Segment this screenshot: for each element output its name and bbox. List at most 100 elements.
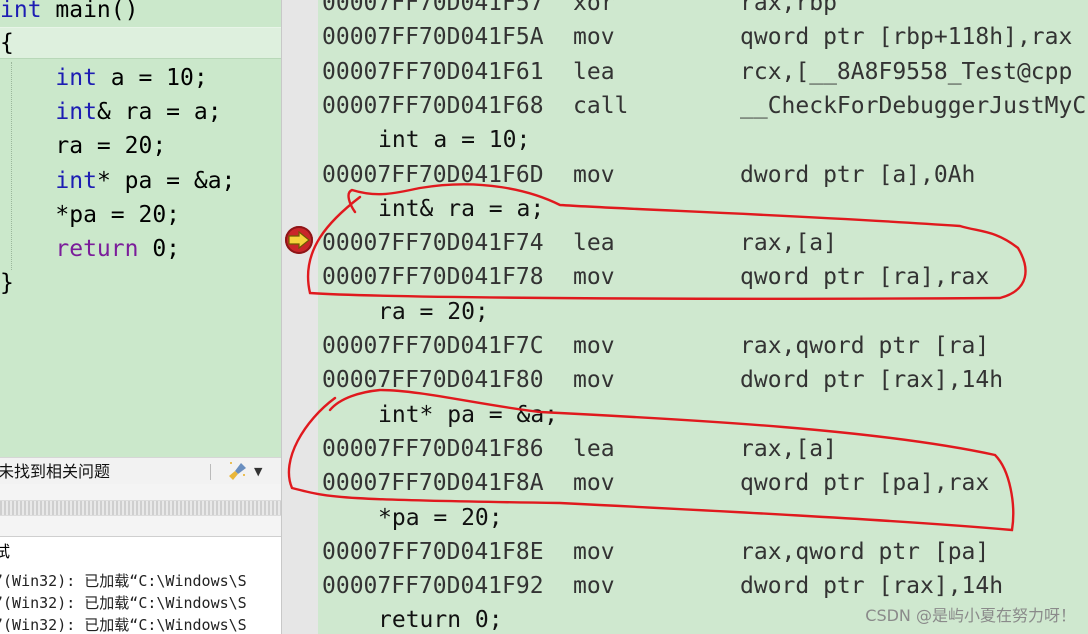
instruction-address: 00007FF70D041F8E (322, 538, 544, 565)
source-line: *pa = 20; (0, 199, 180, 231)
issues-bar: 未找到相关问题 ▼ (0, 457, 281, 485)
instruction-row[interactable]: 00007FF70D041F5A mov qword ptr [rbp+118h],… (318, 20, 1088, 54)
instruction-row[interactable]: 00007FF70D041F61 lea rcx,[__8A8F9558_Test@… (318, 55, 1088, 89)
instruction-address: 00007FF70D041F86 (322, 435, 544, 462)
disasm-source-line: *pa = 20; (318, 501, 1088, 535)
instruction-operands: rax,[a] (740, 230, 837, 257)
code-token: { (0, 30, 14, 56)
instruction-address: 00007FF70D041F57 (322, 0, 544, 16)
instruction-row[interactable]: 00007FF70D041F78 mov qword ptr [ra],rax (318, 260, 1088, 294)
source-line: } (0, 267, 14, 299)
code-token: 0; (138, 236, 181, 262)
instruction-row[interactable]: 00007FF70D041F68 call __CheckForDebuggerJu… (318, 89, 1088, 123)
disasm-source-line: int& ra = a; (318, 192, 1088, 226)
instruction-address: 00007FF70D041F78 (322, 264, 544, 291)
source-line: int main() (0, 0, 138, 26)
instruction-address: 00007FF70D041F6D (322, 161, 544, 188)
instruction-operands: qword ptr [rbp+118h],rax (740, 24, 1073, 51)
source-line: ra = 20; (0, 130, 166, 162)
instruction-row[interactable]: 00007FF70D041F80 mov dword ptr [rax],14h (318, 363, 1088, 397)
instruction-opcode: mov (573, 367, 615, 394)
output-line: ”(Win32): 已加载“C:\Windows\S (0, 616, 247, 634)
disasm-source-line: int a = 10; (318, 123, 1088, 157)
keyword-token: int (0, 0, 42, 23)
output-panel: ”(Win32): 已加载“C:\Windows\S ”(Win32): 已加载“… (0, 566, 281, 634)
output-header: 试 (0, 536, 281, 567)
instruction-opcode: mov (573, 573, 615, 600)
execution-pointer-icon[interactable] (285, 226, 313, 254)
output-header-label: 试 (0, 542, 11, 561)
source-text: int a = 10; (378, 127, 531, 154)
instruction-row[interactable]: 00007FF70D041F92 mov dword ptr [rax],14h (318, 569, 1088, 603)
source-line: int a = 10; (0, 62, 207, 94)
instruction-operands: dword ptr [rax],14h (740, 573, 1004, 600)
disassembly-margin[interactable] (281, 0, 319, 634)
output-line: ”(Win32): 已加载“C:\Windows\S (0, 572, 247, 590)
code-token: *pa = 20; (0, 202, 181, 228)
instruction-address: 00007FF70D041F80 (322, 367, 544, 394)
current-instruction-row[interactable]: 00007FF70D041F74 lea rax,[a] (318, 226, 1088, 260)
instruction-address: 00007FF70D041F68 (322, 92, 544, 119)
disasm-source-line: ra = 20; (318, 295, 1088, 329)
output-line: ”(Win32): 已加载“C:\Windows\S (0, 594, 247, 612)
instruction-row[interactable]: 00007FF70D041F8E mov rax,qword ptr [pa] (318, 535, 1088, 569)
code-token: * pa = &a; (96, 168, 236, 194)
horizontal-scrollbar[interactable] (0, 484, 281, 536)
instruction-operands: qword ptr [ra],rax (740, 264, 990, 291)
source-text: return 0; (378, 607, 503, 634)
instruction-row[interactable]: 00007FF70D041F8A mov qword ptr [pa],rax (318, 466, 1088, 500)
source-line: int& ra = a; (0, 96, 222, 128)
instruction-operands: rax,rbp (740, 0, 837, 16)
code-token: ra = 20; (0, 133, 167, 159)
source-text: int* pa = &a; (378, 401, 559, 428)
source-line: return 0; (0, 233, 180, 265)
source-text: *pa = 20; (378, 504, 503, 531)
instruction-address: 00007FF70D041F61 (322, 58, 544, 85)
instruction-opcode: lea (573, 435, 615, 462)
scrollbar-track[interactable] (0, 500, 281, 516)
keyword-token: return (0, 236, 139, 262)
keyword-token: int (0, 65, 97, 91)
instruction-operands: rax,qword ptr [ra] (740, 333, 990, 359)
instruction-row[interactable]: 00007FF70D041F7C mov rax,qword ptr [ra] (318, 329, 1088, 363)
source-editor[interactable]: int main(){ int a = 10; int& ra = a; ra … (0, 0, 281, 457)
instruction-opcode: lea (573, 230, 615, 257)
instruction-opcode: lea (573, 58, 615, 85)
keyword-token: int (0, 99, 97, 125)
instruction-opcode: mov (573, 24, 615, 51)
watermark: CSDN @是屿小夏在努力呀！ (865, 606, 1076, 625)
instruction-row[interactable]: 00007FF70D041F86 lea rax,[a] (318, 432, 1088, 466)
instruction-operands: dword ptr [a],0Ah (740, 161, 976, 188)
instruction-operands: dword ptr [rax],14h (740, 367, 1004, 394)
code-token: & ra = a; (96, 99, 222, 125)
source-text: ra = 20; (378, 298, 489, 325)
source-line: { (0, 27, 281, 59)
instruction-operands: rax,[a] (740, 435, 837, 462)
chevron-down-icon[interactable]: ▼ (254, 458, 262, 485)
instruction-opcode: xor (573, 0, 615, 16)
instruction-address: 00007FF70D041F7C (322, 333, 544, 359)
toolbar-separator (210, 464, 211, 480)
instruction-address: 00007FF70D041F8A (322, 470, 544, 497)
instruction-opcode: mov (573, 470, 615, 497)
keyword-token: int (0, 168, 97, 194)
instruction-opcode: mov (573, 264, 615, 291)
instruction-opcode: mov (573, 538, 615, 565)
instruction-opcode: mov (573, 161, 615, 188)
instruction-row[interactable]: 00007FF70D041F6D mov dword ptr [a],0Ah (318, 158, 1088, 192)
instruction-row[interactable]: 00007FF70D041F57 xor rax,rbp (318, 0, 1088, 20)
disasm-source-line: int* pa = &a; (318, 398, 1088, 432)
instruction-opcode: call (573, 92, 629, 119)
code-token: main() (41, 0, 139, 23)
issues-status-text: 未找到相关问题 (0, 462, 111, 481)
instruction-address: 00007FF70D041F5A (322, 24, 544, 51)
instruction-operands: __CheckForDebuggerJustMyC (740, 92, 1087, 119)
brush-icon[interactable] (227, 460, 249, 482)
code-token: } (0, 270, 14, 296)
instruction-operands: rcx,[__8A8F9558_Test@cpp (740, 58, 1073, 85)
source-line: int* pa = &a; (0, 165, 235, 197)
disassembly-view[interactable]: 00007FF70D041F57 xor rax,rbp 00007FF70D041F… (318, 0, 1088, 634)
instruction-address: 00007FF70D041F74 (322, 230, 544, 257)
instruction-opcode: mov (573, 333, 615, 359)
source-text: int& ra = a; (378, 195, 545, 222)
